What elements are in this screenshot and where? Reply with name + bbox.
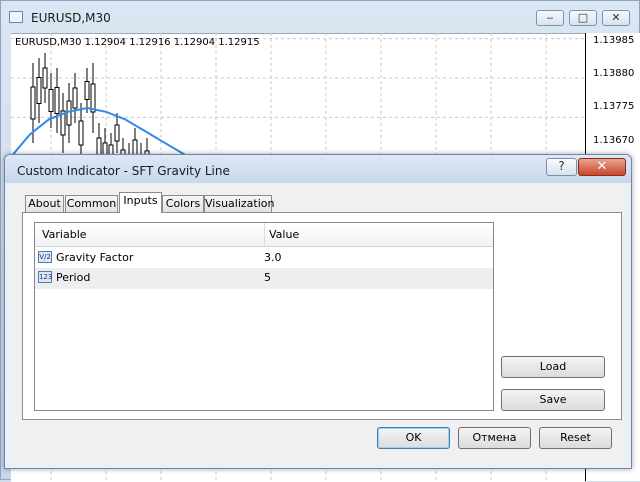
candle-body — [90, 83, 96, 113]
table-row[interactable]: V/2 Gravity Factor 3.0 — [35, 248, 493, 269]
variable-name: Period — [56, 271, 91, 284]
tab-about[interactable]: About — [25, 195, 64, 212]
variable-value[interactable]: 5 — [264, 271, 271, 284]
grid-header: Variable Value — [35, 223, 493, 247]
tab-visualization[interactable]: Visualization — [204, 195, 274, 212]
candle-body — [114, 124, 120, 142]
price-label: 1.13775 — [593, 101, 635, 112]
chart-window-title: EURUSD,M30 — [31, 11, 111, 25]
dialog-title: Custom Indicator - SFT Gravity Line — [17, 164, 230, 178]
help-button[interactable]: ? — [546, 158, 577, 176]
close-dialog-button[interactable]: ✕ — [578, 158, 626, 176]
candle-body — [72, 87, 78, 109]
column-divider[interactable] — [264, 223, 265, 246]
candle-body — [78, 120, 84, 146]
value-column-header[interactable]: Value — [269, 228, 299, 241]
save-button[interactable]: Save — [501, 389, 605, 411]
chart-titlebar: EURUSD,M30 ‒ □ ✕ — [1, 1, 640, 33]
candle-body — [30, 86, 36, 120]
tab-colors[interactable]: Colors — [162, 195, 204, 212]
dialog-titlebar[interactable]: Custom Indicator - SFT Gravity Line ? ✕ — [5, 155, 631, 183]
cancel-button[interactable]: Отмена — [458, 427, 531, 449]
variable-column-header[interactable]: Variable — [42, 228, 87, 241]
tab-common[interactable]: Common — [65, 195, 118, 212]
candle-body — [42, 67, 48, 89]
variable-value[interactable]: 3.0 — [264, 251, 282, 264]
chart-window-icon — [9, 11, 23, 23]
ok-button[interactable]: OK — [377, 427, 450, 449]
inputs-grid: Variable Value V/2 Gravity Factor 3.0 12… — [34, 222, 494, 411]
chart-info-label: EURUSD,M30 1.12904 1.12916 1.12904 1.129… — [15, 37, 260, 48]
candle-body — [54, 87, 60, 114]
price-label: 1.13670 — [593, 135, 635, 146]
table-row[interactable]: 123 Period 5 — [35, 268, 493, 289]
candle-body — [36, 77, 42, 104]
candle-body — [48, 89, 54, 112]
tab-inputs[interactable]: Inputs — [119, 192, 162, 213]
minimize-button[interactable]: ‒ — [536, 10, 564, 26]
load-button[interactable]: Load — [501, 356, 605, 378]
maximize-button[interactable]: □ — [569, 10, 597, 26]
candle-body — [84, 81, 90, 100]
integer-type-icon: 123 — [38, 271, 53, 283]
price-label: 1.13880 — [593, 68, 635, 79]
reset-button[interactable]: Reset — [539, 427, 612, 449]
close-chart-button[interactable]: ✕ — [602, 10, 630, 26]
price-label: 1.13985 — [593, 35, 635, 46]
double-type-icon: V/2 — [38, 251, 52, 263]
variable-name: Gravity Factor — [56, 251, 134, 264]
